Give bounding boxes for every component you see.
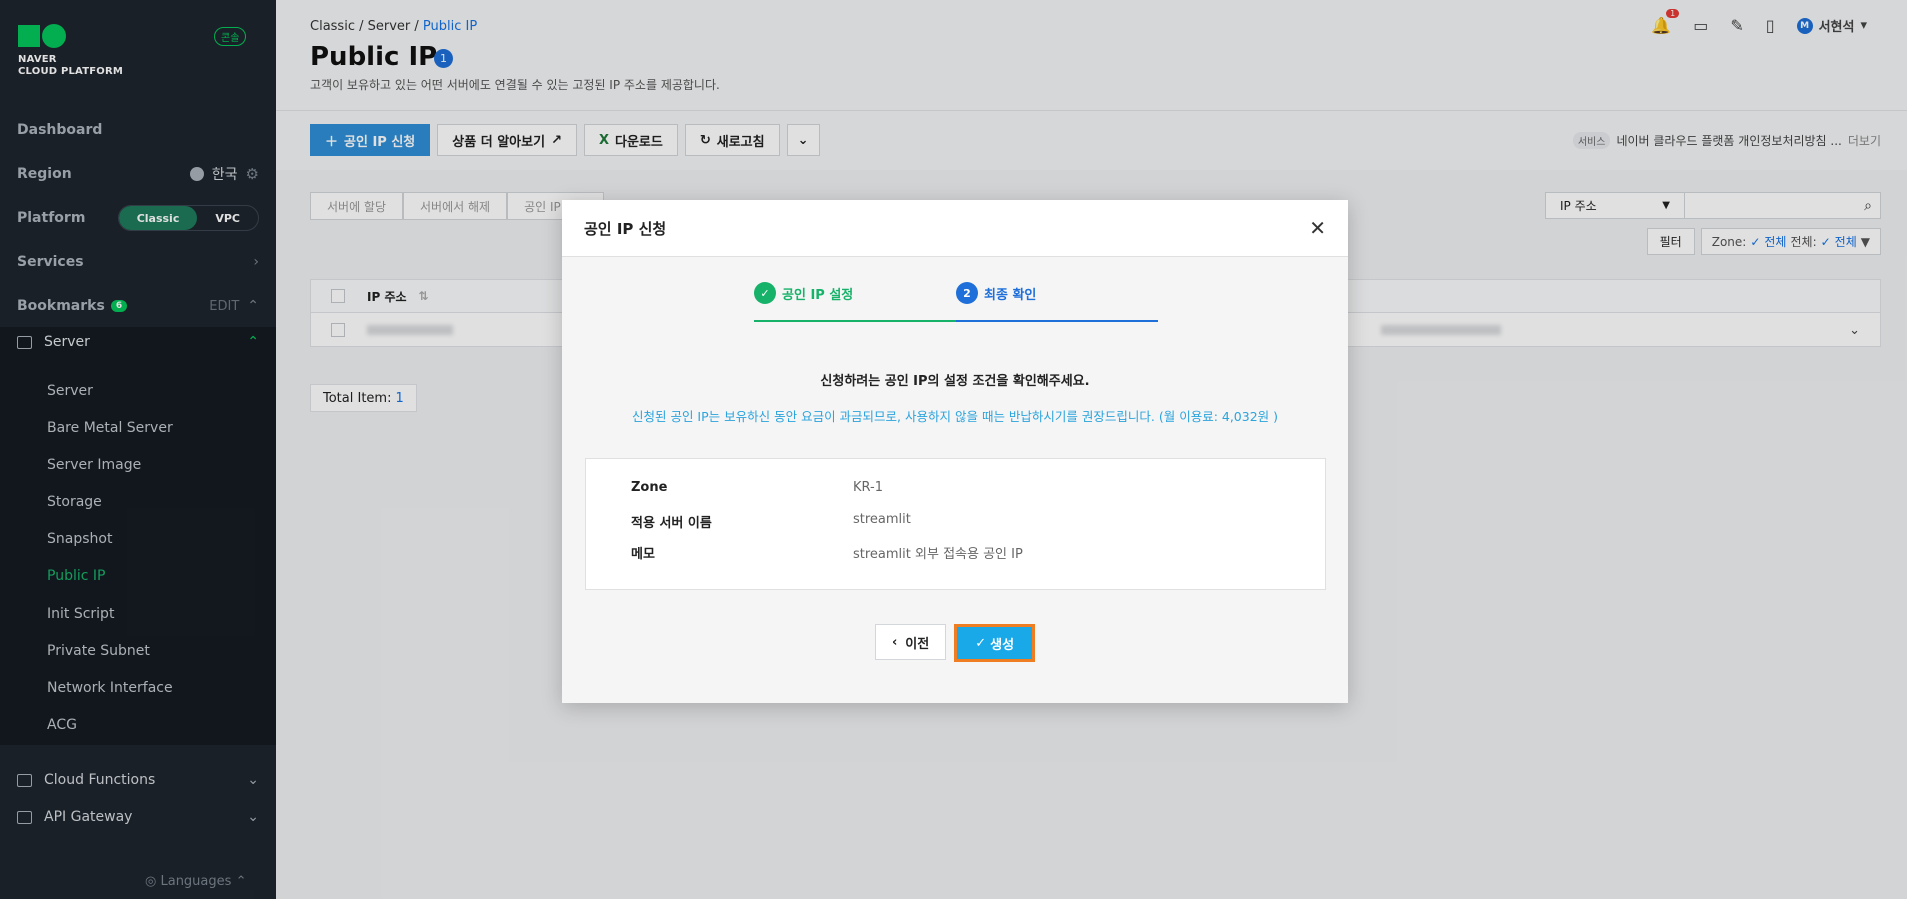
- modal-header: 공인 IP 신청 ✕: [562, 200, 1348, 257]
- settings-summary: Zone KR-1 적용 서버 이름 streamlit 메모 streamli…: [585, 458, 1326, 590]
- detail-key: 적용 서버 이름: [631, 516, 712, 531]
- close-icon[interactable]: ✕: [1309, 216, 1326, 240]
- step-1: ✓ 공인 IP 설정: [754, 282, 853, 304]
- check-icon: ✓: [975, 635, 987, 651]
- chevron-left-icon: ‹: [891, 634, 898, 650]
- step-1-progress: [754, 320, 956, 322]
- step-2-number: 2: [956, 282, 978, 304]
- step-2-progress: [956, 320, 1158, 322]
- step-2-label: 최종 확인: [984, 287, 1037, 303]
- step-indicator: ✓ 공인 IP 설정 2 최종 확인: [754, 282, 1158, 322]
- previous-button[interactable]: ‹ 이전: [874, 624, 947, 660]
- detail-row-server-name: 적용 서버 이름 streamlit: [631, 512, 911, 531]
- previous-label: 이전: [905, 636, 930, 652]
- detail-key: Zone: [631, 480, 668, 495]
- step-2: 2 최종 확인: [956, 282, 1036, 304]
- confirm-question: 신청하려는 공인 IP의 설정 조건을 확인해주세요.: [820, 374, 1090, 389]
- detail-value: streamlit 외부 접속용 공인 IP: [853, 547, 1023, 562]
- create-label: 생성: [990, 637, 1015, 653]
- detail-key: 메모: [631, 547, 655, 562]
- detail-row-zone: Zone KR-1: [631, 480, 883, 495]
- create-button-highlight: ✓ 생성: [954, 624, 1036, 662]
- modal-title: 공인 IP 신청: [584, 219, 667, 238]
- modal-buttons: ‹ 이전 ✓ 생성: [562, 624, 1348, 662]
- detail-value: KR-1: [853, 480, 883, 495]
- create-button[interactable]: ✓ 생성: [957, 627, 1033, 659]
- detail-value: streamlit: [853, 512, 911, 527]
- check-icon: ✓: [754, 282, 776, 304]
- step-1-label: 공인 IP 설정: [782, 287, 854, 303]
- billing-note: 신청된 공인 IP는 보유하신 동안 요금이 과금되므로, 사용하지 않을 때는…: [631, 409, 1279, 424]
- apply-public-ip-modal: 공인 IP 신청 ✕ ✓ 공인 IP 설정 2 최종 확인 신청하려는 공인 I…: [562, 200, 1348, 703]
- detail-row-memo: 메모 streamlit 외부 접속용 공인 IP: [631, 543, 1023, 562]
